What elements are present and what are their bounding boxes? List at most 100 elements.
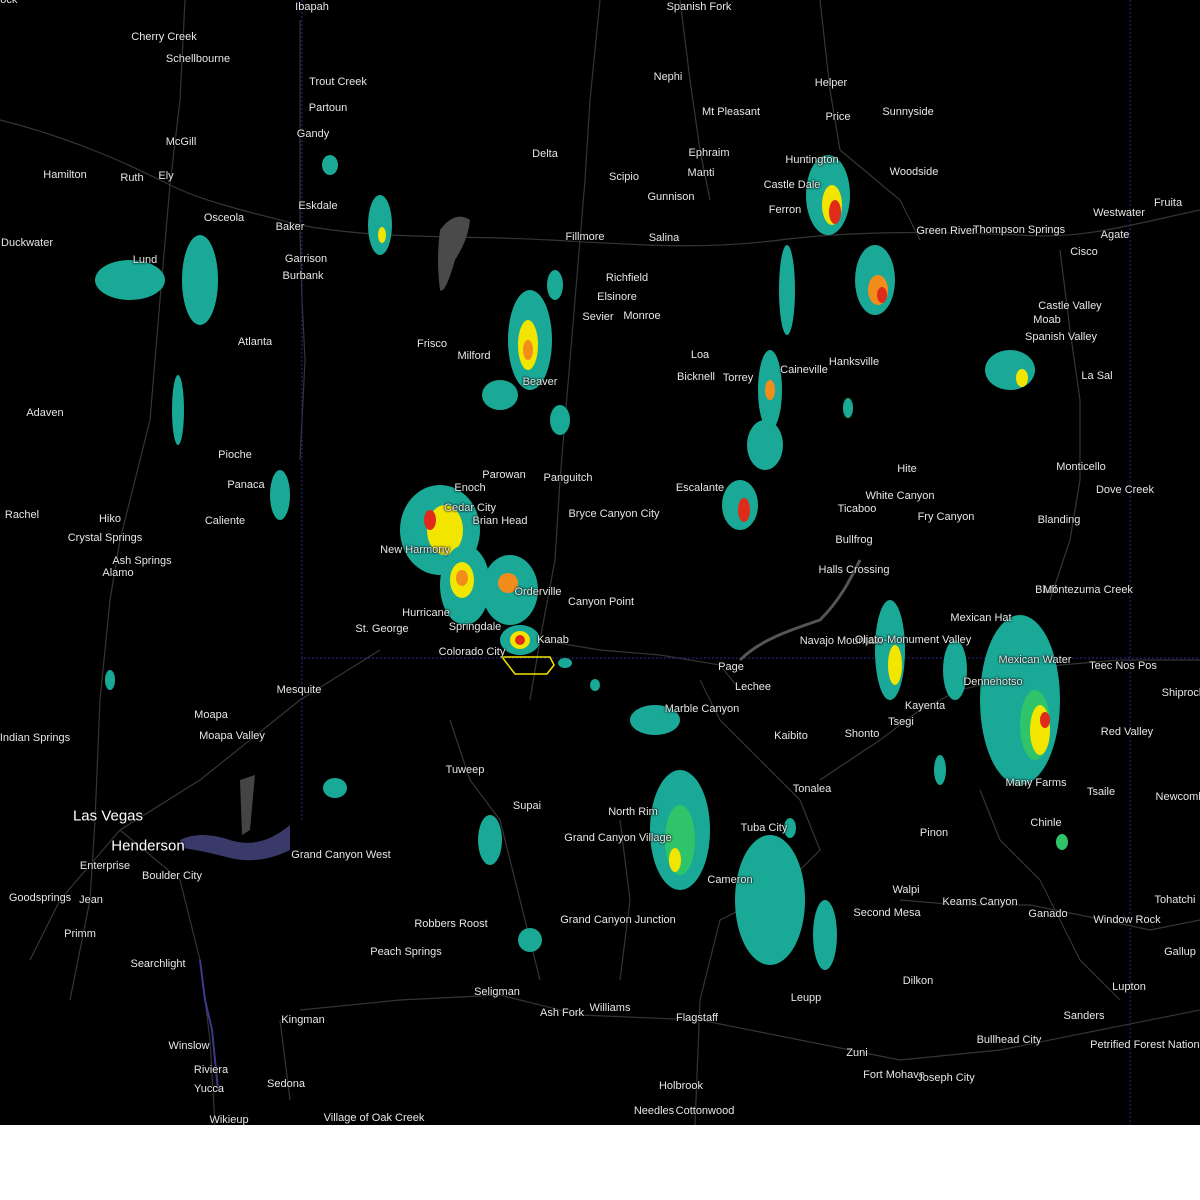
place-label-lechee: Lechee: [734, 681, 772, 693]
place-label-fillmore: Fillmore: [565, 231, 605, 243]
place-label-delta: Delta: [532, 148, 558, 160]
place-label-goodsprings: Goodsprings: [8, 892, 72, 904]
place-label-sanders: Sanders: [1063, 1010, 1105, 1022]
place-label-dilkon: Dilkon: [902, 975, 934, 987]
place-label-escalante: Escalante: [675, 482, 725, 494]
place-label-moapa: Moapa: [194, 709, 228, 721]
place-label-woodside: Woodside: [889, 166, 939, 178]
place-label-hite: Hite: [897, 463, 917, 475]
place-label-agate: Agate: [1100, 229, 1130, 241]
place-label-orderville: Orderville: [514, 586, 562, 598]
place-label-st-george: St. George: [355, 623, 409, 635]
place-label-dennehotso: Dennehotso: [963, 676, 1023, 688]
radar-map[interactable]: Ibapah Spanish Fork Cherry Creek Schellbour…: [0, 0, 1200, 1125]
place-label-kaibito: Kaibito: [774, 730, 808, 742]
place-label-leupp: Leupp: [790, 992, 822, 1004]
place-label-fort-mohave: Fort Mohave: [863, 1069, 925, 1081]
place-label-newcomb: Newcomb: [1155, 791, 1200, 803]
place-label-peach-springs: Peach Springs: [370, 946, 442, 958]
place-label-walpi: Walpi: [892, 884, 920, 896]
place-label-enoch: Enoch: [454, 482, 486, 494]
place-label-sevier: Sevier: [582, 311, 614, 323]
place-label-ruth: Ruth: [120, 172, 144, 184]
place-label-kingman: Kingman: [281, 1014, 325, 1026]
place-label-huntington: Huntington: [785, 154, 839, 166]
place-label-kayenta: Kayenta: [904, 700, 946, 712]
place-label-atlanta: Atlanta: [237, 336, 273, 348]
place-label-tonalea: Tonalea: [792, 783, 832, 795]
place-label-supai: Supai: [512, 800, 542, 812]
place-label-marble-canyon: Marble Canyon: [664, 703, 740, 715]
place-label-henderson: Henderson: [111, 837, 185, 855]
place-label-village-of-oak-creek: Village of Oak Creek: [323, 1112, 425, 1124]
place-label-zuni: Zuni: [846, 1047, 868, 1059]
place-label-elsinore: Elsinore: [597, 291, 637, 303]
place-label-trout-creek: Trout Creek: [309, 76, 367, 88]
map-base-layer: [0, 0, 1200, 1125]
place-label-tuweep: Tuweep: [445, 764, 485, 776]
place-label-ganado: Ganado: [1028, 908, 1068, 920]
place-label-indian-springs: Indian Springs: [0, 732, 71, 744]
place-label-cherry-creek: Cherry Creek: [131, 31, 197, 43]
place-label-adaven: Adaven: [26, 407, 64, 419]
place-label-petrified-forest-national-park: Petrified Forest National Park: [1090, 1039, 1200, 1051]
place-label-robbers-roost: Robbers Roost: [414, 918, 488, 930]
place-label-alamo: Alamo: [102, 567, 134, 579]
place-label-jean: Jean: [79, 894, 103, 906]
place-label-thompson-springs: Thompson Springs: [972, 224, 1066, 236]
warning-polygon[interactable]: [500, 656, 555, 675]
place-label-crystal-springs: Crystal Springs: [67, 532, 143, 544]
place-label-ephraim: Ephraim: [688, 147, 730, 159]
place-label-north-rim: North Rim: [608, 806, 658, 818]
place-label-ash-fork: Ash Fork: [539, 1007, 585, 1019]
place-label-garrison: Garrison: [284, 253, 328, 265]
place-label-torrey: Torrey: [722, 372, 754, 384]
place-label-cisco: Cisco: [1070, 246, 1098, 258]
place-label-sedona: Sedona: [267, 1078, 305, 1090]
place-label-partoun: Partoun: [308, 102, 348, 114]
place-label-window-rock: Window Rock: [1093, 914, 1161, 926]
place-label-hiko: Hiko: [98, 513, 122, 525]
place-label-hanksville: Hanksville: [828, 356, 880, 368]
place-label-page: Page: [718, 661, 744, 673]
place-label-lund: Lund: [132, 254, 158, 266]
place-label-keams-canyon: Keams Canyon: [942, 896, 1018, 908]
place-label-shonto: Shonto: [844, 728, 880, 740]
place-label-baker: Baker: [275, 221, 305, 233]
place-label-salina: Salina: [648, 232, 680, 244]
place-label-halls-crossing: Halls Crossing: [818, 564, 890, 576]
place-label-cottonwood: Cottonwood: [675, 1105, 735, 1117]
place-label-wikieup: Wikieup: [209, 1114, 249, 1125]
place-label-gallup: Gallup: [1164, 946, 1196, 958]
place-label-mexican-water: Mexican Water: [998, 654, 1072, 666]
place-label-grand-canyon-junction: Grand Canyon Junction: [560, 914, 676, 926]
place-label-monroe: Monroe: [623, 310, 661, 322]
place-label-bullhead-city: Bullhead City: [976, 1034, 1042, 1046]
place-label-ticaboo: Ticaboo: [837, 503, 877, 515]
place-label-caliente: Caliente: [204, 515, 246, 527]
place-label-bullfrog: Bullfrog: [835, 534, 873, 546]
place-label-pioche: Pioche: [218, 449, 252, 461]
place-label-osceola: Osceola: [203, 212, 245, 224]
place-label-boulder-city: Boulder City: [142, 870, 202, 882]
place-label-red-valley: Red Valley: [1100, 726, 1154, 738]
place-label-ferron: Ferron: [768, 204, 802, 216]
place-label-manti: Manti: [687, 167, 715, 179]
place-label-cameron: Cameron: [707, 874, 753, 886]
place-label-winslow: Winslow: [168, 1040, 210, 1052]
place-label-cedar-city: Cedar City: [444, 502, 496, 514]
place-label-searchlight: Searchlight: [130, 958, 186, 970]
place-label-scipio: Scipio: [609, 171, 639, 183]
place-label-caineville: Caineville: [780, 364, 828, 376]
place-label-sunnyside: Sunnyside: [882, 106, 934, 118]
place-label-hurricane: Hurricane: [402, 607, 450, 619]
place-label-joseph-city: Joseph City: [917, 1072, 975, 1084]
place-label-new-harmony: New Harmony: [380, 544, 450, 556]
place-label-westwater: Westwater: [1093, 207, 1145, 219]
place-label-tuba-city: Tuba City: [740, 822, 788, 834]
place-label-chinle: Chinle: [1030, 817, 1062, 829]
place-label-grand-canyon-west: Grand Canyon West: [291, 849, 391, 861]
place-label-dove-creek: Dove Creek: [1095, 484, 1155, 496]
place-label-la-sal: La Sal: [1081, 370, 1113, 382]
place-label-rachel: Rachel: [4, 509, 40, 521]
